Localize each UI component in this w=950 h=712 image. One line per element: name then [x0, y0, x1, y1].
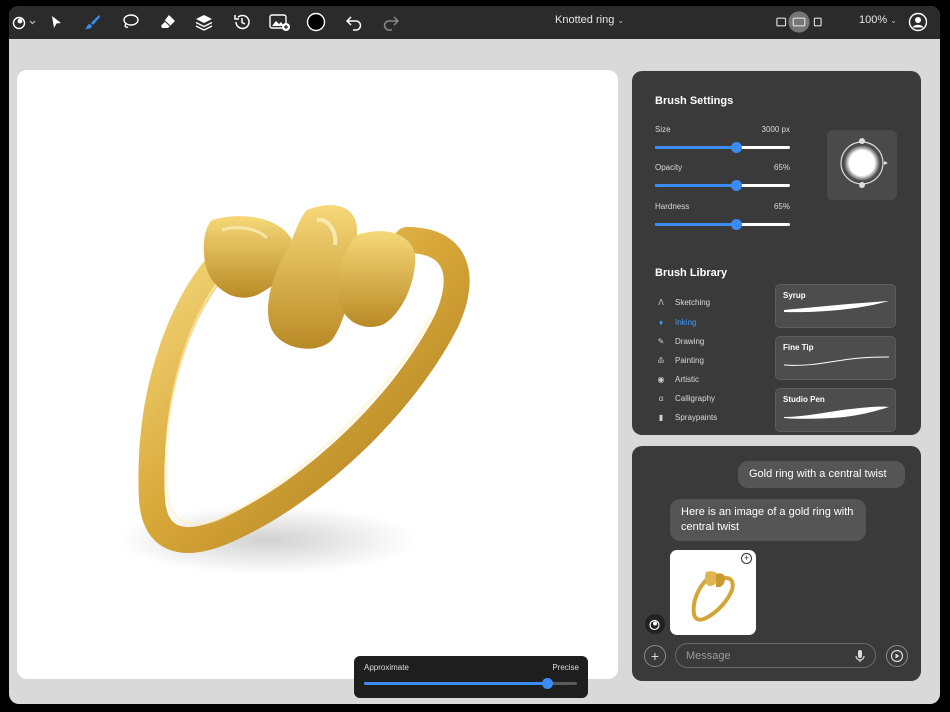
ink-drop-icon: ♦	[658, 317, 664, 327]
studio-pen-stroke-preview	[784, 406, 889, 419]
more-icon: •	[655, 432, 667, 436]
document-title-text: Knotted ring	[555, 14, 615, 26]
precision-knob[interactable]	[542, 678, 554, 689]
approximate-label: Approximate	[364, 663, 409, 672]
chevron-down-icon: ⌄	[890, 16, 897, 25]
eraser-icon[interactable]	[156, 11, 180, 33]
slider-label-hardness: Hardness	[655, 202, 690, 211]
document-title[interactable]: Knotted ring ⌄	[555, 14, 624, 26]
library-item-drawing[interactable]: ✎ Drawing	[655, 333, 765, 349]
library-item-more[interactable]: •	[655, 428, 765, 436]
send-button[interactable]	[886, 645, 908, 667]
redo-icon[interactable]	[379, 11, 403, 33]
assistant-message: Here is an image of a gold ring with cen…	[670, 499, 866, 541]
size-slider[interactable]	[655, 142, 790, 153]
gold-ring-image	[117, 205, 470, 575]
brush-preview	[827, 130, 897, 200]
library-item-label: Spraypaints	[675, 412, 718, 422]
precision-slider: Approximate Precise	[354, 656, 588, 698]
palette-icon: ◉	[657, 374, 665, 384]
opacity-slider-fill	[655, 184, 736, 187]
top-toolbar: Knotted ring ⌄ 100% ⌄	[9, 6, 940, 39]
precision-fill	[364, 682, 548, 685]
app-window: Knotted ring ⌄ 100% ⌄ Approximate Precis…	[9, 6, 940, 704]
paintbrush-icon: ♷	[657, 355, 665, 365]
brush-panel: Brush Settings Size 3000 px Opacity 65% Hard…	[632, 71, 921, 435]
brush-library-title: Brush Library	[655, 267, 728, 279]
library-item-painting[interactable]: ♷ Painting	[655, 352, 765, 368]
library-item-label: Drawing	[675, 336, 705, 346]
fine-tip-stroke-preview	[783, 356, 890, 366]
precision-track[interactable]	[364, 678, 577, 689]
user-message: Gold ring with a central twist	[738, 461, 905, 488]
undo-icon[interactable]	[342, 11, 366, 33]
drawing-canvas[interactable]	[17, 70, 618, 679]
opacity-slider-knob[interactable]	[731, 180, 742, 191]
select-arrow-icon[interactable]	[44, 11, 68, 33]
brush-icon[interactable]	[81, 11, 105, 33]
add-image-icon[interactable]	[268, 11, 292, 33]
pencil-icon: Λ	[658, 297, 664, 307]
calligraphy-icon: α	[658, 393, 664, 403]
slider-label-size: Size	[655, 125, 671, 134]
size-slider-fill	[655, 146, 736, 149]
slider-label-opacity: Opacity	[655, 163, 683, 172]
spray-can-icon: ▮	[658, 412, 664, 422]
microphone-icon[interactable]	[854, 649, 866, 663]
color-swatch-icon[interactable]	[304, 11, 328, 33]
chevron-down-icon: ⌄	[617, 16, 625, 25]
message-input[interactable]: Message	[675, 643, 876, 668]
size-slider-knob[interactable]	[731, 142, 742, 153]
library-item-label: Painting	[675, 355, 704, 365]
hardness-slider-fill	[655, 223, 736, 226]
slider-value-opacity: 65%	[773, 163, 790, 172]
library-item-inking[interactable]: ♦ Inking	[655, 314, 765, 330]
library-item-label: Calligraphy	[675, 393, 716, 403]
brush-settings-title: Brush Settings	[655, 95, 734, 107]
hardness-slider-knob[interactable]	[731, 219, 742, 230]
send-icon	[890, 649, 904, 663]
library-item-label: Artistic	[675, 374, 699, 384]
app-logo-icon[interactable]	[9, 11, 39, 33]
zoom-level: 100%	[859, 14, 888, 26]
library-item-calligraphy[interactable]: α Calligraphy	[655, 390, 765, 406]
precise-label: Precise	[552, 663, 579, 672]
hardness-slider[interactable]	[655, 219, 790, 230]
stroke-card-fine-tip[interactable]: Fine Tip	[775, 336, 896, 380]
stroke-card-syrup[interactable]: Syrup	[775, 284, 896, 328]
add-attachment-button[interactable]: +	[644, 645, 666, 667]
library-item-label: Sketching	[675, 297, 711, 307]
assistant-avatar-icon	[645, 614, 665, 634]
generated-image-thumbnail[interactable]: +	[670, 550, 756, 635]
lasso-icon[interactable]	[118, 11, 142, 33]
stroke-card-studio-pen[interactable]: Studio Pen	[775, 388, 896, 432]
library-item-spraypaints[interactable]: ▮ Spraypaints	[655, 409, 765, 425]
chat-panel: Gold ring with a central twist Here is a…	[632, 446, 921, 681]
syrup-stroke-preview	[784, 301, 889, 313]
message-placeholder: Message	[686, 650, 731, 662]
add-icon[interactable]: +	[741, 553, 752, 564]
drawing-icon: ✎	[657, 336, 665, 346]
library-item-label: Inking	[675, 317, 697, 327]
layers-icon[interactable]	[192, 11, 216, 33]
opacity-slider[interactable]	[655, 180, 790, 191]
library-item-sketching[interactable]: Λ Sketching	[655, 294, 765, 310]
zoom-control[interactable]: 100% ⌄	[859, 14, 897, 26]
account-icon[interactable]	[906, 11, 930, 33]
plus-icon: +	[650, 648, 660, 664]
history-icon[interactable]	[230, 11, 254, 33]
view-layout-icon[interactable]	[774, 11, 824, 33]
library-item-artistic[interactable]: ◉ Artistic	[655, 371, 765, 387]
slider-value-size: 3000 px	[761, 125, 790, 134]
slider-value-hardness: 65%	[773, 202, 790, 211]
